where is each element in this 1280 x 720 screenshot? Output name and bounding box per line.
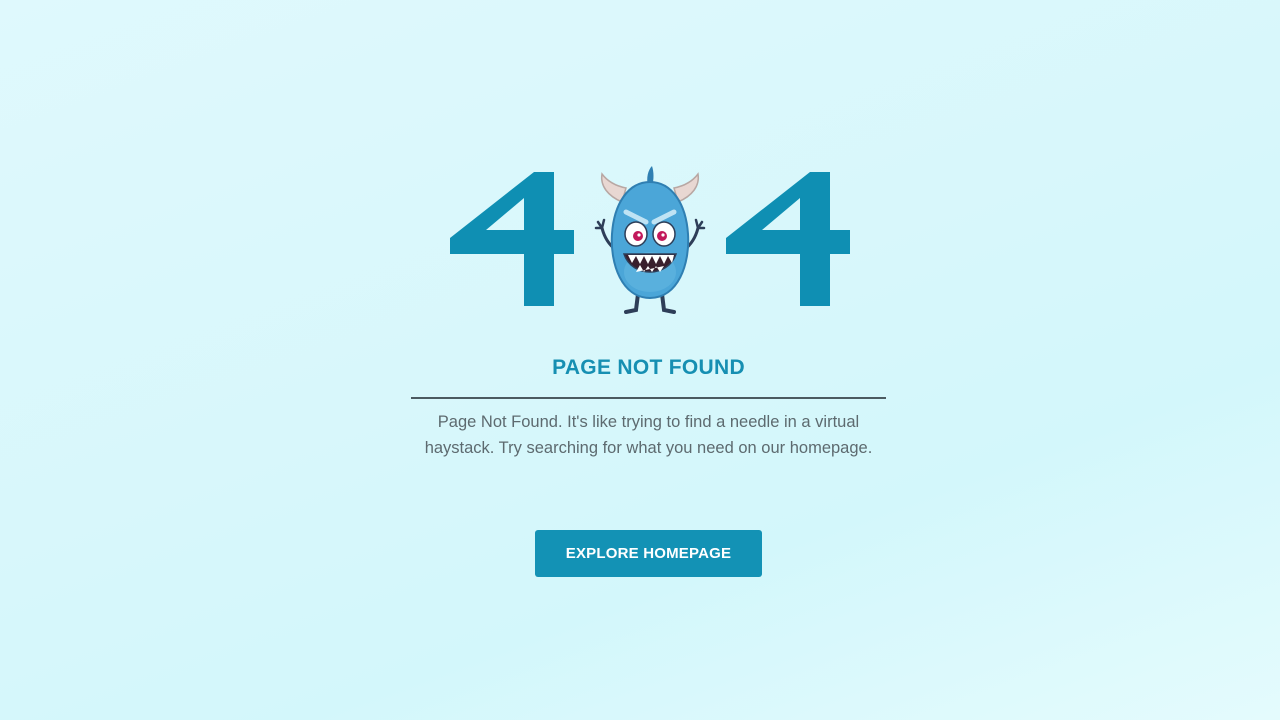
digit-four-left xyxy=(448,158,578,320)
title-divider xyxy=(411,397,886,399)
error-404-graphic xyxy=(440,158,860,320)
page-title: PAGE NOT FOUND xyxy=(552,356,745,379)
monster-icon xyxy=(578,160,722,316)
error-description: Page Not Found. It's like trying to find… xyxy=(424,413,873,457)
digit-four-right xyxy=(724,158,854,320)
explore-homepage-button[interactable]: EXPLORE HOMEPAGE xyxy=(535,530,762,577)
